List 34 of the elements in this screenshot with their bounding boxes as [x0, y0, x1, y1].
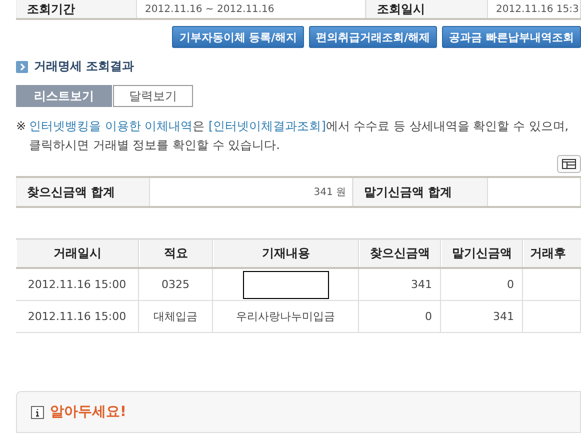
table-cell: 0 [441, 269, 523, 300]
field-label: 조회기간 [16, 0, 137, 18]
column-header: 찾으신금액 [359, 240, 441, 267]
bullet-icon [16, 60, 28, 72]
notice-link[interactable]: 인터넷뱅킹을 이용한 이체내역 [29, 119, 193, 133]
field-value: 2012.11.16 15:3 [488, 0, 581, 18]
table-cell: 우리사랑나누미입금 [213, 301, 359, 332]
field-label: 조회일시 [366, 0, 488, 18]
view-tab[interactable]: 달력보기 [113, 85, 193, 107]
notice-text: 인터넷뱅킹을 이용한 이체내역은 [인터넷이체결과조회]에서 수수료 등 상세내역을 확인할 수 있으며, 클릭하시면 거래별 정보를 확인할 수 있습니다. [29, 118, 569, 154]
action-button[interactable]: 편의취급거래조회/해제 [309, 26, 438, 48]
table-cell: 0 [359, 301, 441, 332]
info-title: 알아두세요! [50, 403, 126, 421]
action-button[interactable]: 기부자동이체 등록/해지 [172, 26, 304, 48]
info-icon [31, 406, 44, 418]
column-header: 기재내용 [213, 240, 359, 267]
column-header: 적요 [139, 240, 213, 267]
table-icon[interactable] [557, 155, 581, 173]
column-header: 맡기신금액 [441, 240, 523, 267]
table-cell: 2012.11.16 15:00 [16, 269, 139, 300]
table-cell: 2012.11.16 15:00 [16, 301, 139, 332]
total-label: 찾으신금액 합계 [16, 178, 150, 206]
action-button[interactable]: 공과금 빠른납부내역조회 [442, 26, 581, 48]
view-tab[interactable]: 리스트보기 [16, 85, 112, 107]
notice-mark: ※ [16, 118, 26, 135]
column-header: 거래일시 [16, 240, 139, 267]
table-cell: 0325 [139, 269, 213, 300]
section-title: 거래명세 조회결과 [34, 58, 134, 75]
table-cell: 341 [441, 301, 523, 332]
column-header: 거래후 [523, 240, 581, 267]
table-cell: 341 [359, 269, 441, 300]
total-label: 맡기신금액 합계 [353, 178, 488, 206]
notice-link[interactable]: [인터넷이체결과조회] [208, 119, 326, 133]
table-cell: 대체입금 [139, 301, 213, 332]
